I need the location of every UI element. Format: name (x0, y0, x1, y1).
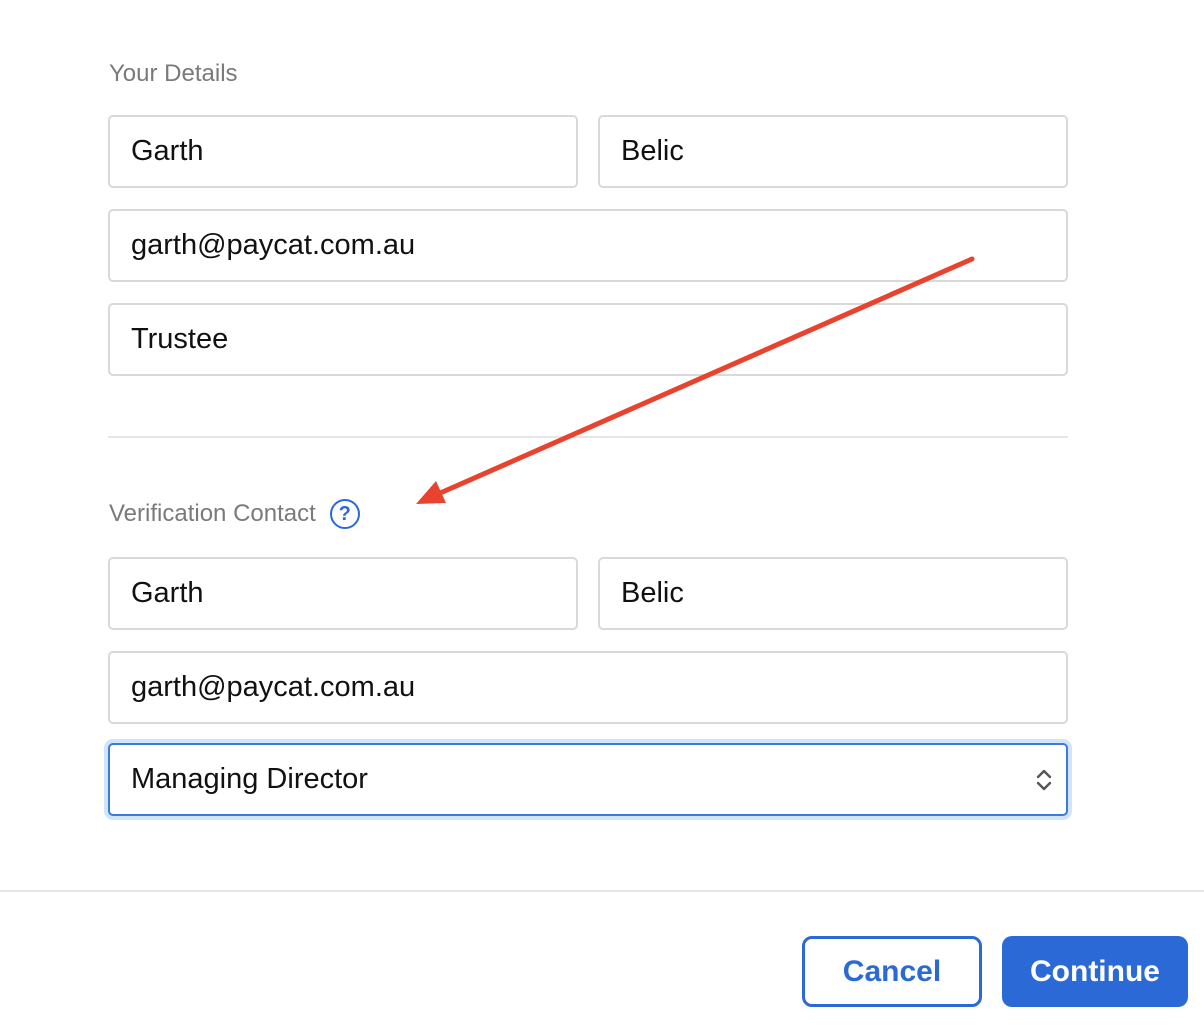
your-details-heading-text: Your Details (109, 60, 238, 87)
annotation-arrow-head (416, 481, 446, 504)
your-email-field[interactable]: garth@paycat.com.au (108, 209, 1068, 282)
continue-button-label: Continue (1030, 954, 1160, 988)
your-email-value: garth@paycat.com.au (131, 229, 416, 261)
verification-first-name-value: Garth (131, 577, 204, 609)
cancel-button-label: Cancel (842, 954, 942, 988)
verification-email-value: garth@paycat.com.au (131, 671, 416, 703)
verification-email-field[interactable]: garth@paycat.com.au (108, 651, 1068, 724)
your-last-name-field[interactable]: Belic (598, 115, 1068, 188)
verification-role-select[interactable]: Managing Director (108, 743, 1068, 816)
continue-button[interactable]: Continue (1002, 936, 1188, 1007)
verification-role-selected-value: Managing Director (131, 763, 368, 795)
your-role-value: Trustee (131, 323, 229, 355)
your-first-name-value: Garth (131, 135, 204, 167)
verification-last-name-field[interactable]: Belic (598, 557, 1068, 630)
verification-contact-heading-text: Verification Contact (109, 500, 316, 527)
help-icon[interactable]: ? (329, 499, 360, 529)
your-first-name-field[interactable]: Garth (108, 115, 578, 188)
annotation-arrow-line (435, 256, 975, 497)
your-role-field[interactable]: Trustee (108, 303, 1068, 376)
your-details-heading: Your Details (109, 60, 238, 88)
verification-first-name-field[interactable]: Garth (108, 557, 578, 630)
your-last-name-value: Belic (621, 135, 684, 167)
form-page: Your Details Garth Belic garth@paycat.co… (0, 0, 1204, 1032)
section-divider (108, 436, 1068, 438)
verification-contact-heading: Verification Contact ? (109, 499, 360, 529)
footer-divider (0, 890, 1204, 892)
cancel-button[interactable]: Cancel (802, 936, 982, 1007)
verification-last-name-value: Belic (621, 577, 684, 609)
chevron-up-down-icon (1036, 769, 1052, 790)
